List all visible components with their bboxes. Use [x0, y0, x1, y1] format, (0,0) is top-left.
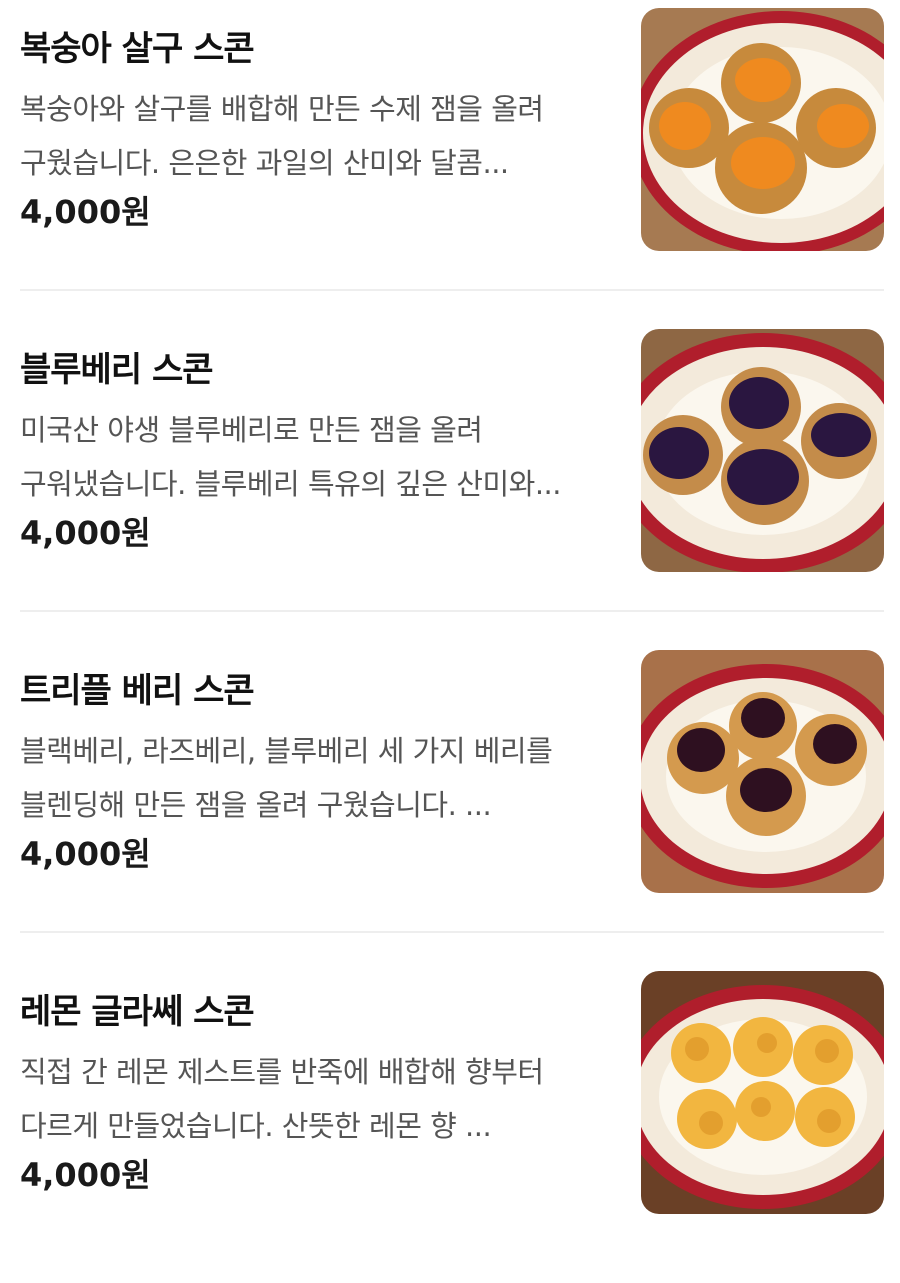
item-name: 블루베리 스콘 — [20, 350, 214, 390]
peach-apricot-scone-photo — [641, 8, 884, 251]
item-photo[interactable] — [641, 8, 884, 251]
blueberry-scone-photo — [641, 329, 884, 572]
item-name: 레몬 글라쎄 스콘 — [20, 992, 255, 1032]
menu-item-lemon-glace-scone[interactable]: 레몬 글라쎄 스콘 직접 간 레몬 제스트를 반죽에 배합해 향부터 다르게 만… — [0, 963, 900, 1283]
item-price: 4,000원 — [20, 514, 151, 552]
item-photo[interactable] — [641, 650, 884, 893]
divider — [20, 931, 884, 933]
item-description: 복숭아와 살구를 배합해 만든 수제 잼을 올려 구웠습니다. 은은한 과일의 … — [20, 92, 544, 180]
item-price: 4,000원 — [20, 1156, 151, 1194]
menu-item-triple-berry-scone[interactable]: 트리플 베리 스콘 블랙베리, 라즈베리, 블루베리 세 가지 베리를 블렌딩해… — [0, 642, 900, 962]
item-description: 미국산 야생 블루베리로 만든 잼을 올려 구워냈습니다. 블루베리 특유의 깊… — [20, 413, 562, 501]
lemon-glace-scone-photo — [641, 971, 884, 1214]
item-description: 직접 간 레몬 제스트를 반죽에 배합해 향부터 다르게 만들었습니다. 산뜻한… — [20, 1055, 544, 1143]
item-name: 복숭아 살구 스콘 — [20, 29, 255, 69]
triple-berry-scone-photo — [641, 650, 884, 893]
menu-item-blueberry-scone[interactable]: 블루베리 스콘 미국산 야생 블루베리로 만든 잼을 올려 구워냈습니다. 블루… — [0, 321, 900, 641]
divider — [20, 610, 884, 612]
menu-list: 복숭아 살구 스콘 복숭아와 살구를 배합해 만든 수제 잼을 올려 구웠습니다… — [0, 0, 900, 1232]
item-price: 4,000원 — [20, 835, 151, 873]
item-name: 트리플 베리 스콘 — [20, 671, 255, 711]
item-description: 블랙베리, 라즈베리, 블루베리 세 가지 베리를 블렌딩해 만든 잼을 올려 … — [20, 734, 553, 822]
menu-item-peach-apricot-scone[interactable]: 복숭아 살구 스콘 복숭아와 살구를 배합해 만든 수제 잼을 올려 구웠습니다… — [0, 0, 900, 320]
item-photo[interactable] — [641, 971, 884, 1214]
item-price: 4,000원 — [20, 193, 151, 231]
divider — [20, 289, 884, 291]
item-photo[interactable] — [641, 329, 884, 572]
